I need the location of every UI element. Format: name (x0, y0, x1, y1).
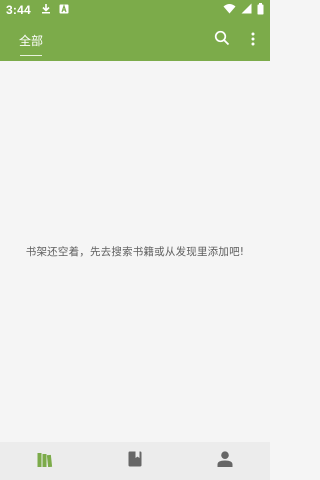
nav-profile[interactable] (205, 442, 245, 480)
more-vert-icon (251, 31, 255, 50)
wifi-icon (223, 3, 236, 17)
book-icon (128, 451, 142, 471)
bottom-navigation (0, 442, 270, 480)
nav-bookshelf[interactable] (25, 442, 65, 480)
bookshelf-icon (37, 452, 53, 471)
tab-all-label: 全部 (18, 34, 43, 48)
download-icon (41, 3, 51, 17)
app-bar: 全部 (0, 20, 270, 61)
person-icon (217, 451, 233, 471)
tab-indicator (20, 55, 42, 56)
more-options-button[interactable] (244, 28, 262, 52)
battery-icon (257, 2, 264, 18)
a-notification-icon (59, 3, 69, 17)
empty-bookshelf-message: 书架还空着，先去搜索书籍或从发现里添加吧! (25, 246, 245, 258)
signal-icon (241, 3, 252, 17)
search-icon (214, 30, 230, 50)
search-button[interactable] (210, 28, 234, 52)
bookshelf-content: 书架还空着，先去搜索书籍或从发现里添加吧! (0, 61, 270, 442)
nav-discover[interactable] (115, 442, 155, 480)
status-notification-icons (41, 3, 69, 17)
status-bar: 3:44 (0, 0, 270, 20)
status-time: 3:44 (6, 3, 31, 17)
status-system-icons (223, 2, 264, 18)
